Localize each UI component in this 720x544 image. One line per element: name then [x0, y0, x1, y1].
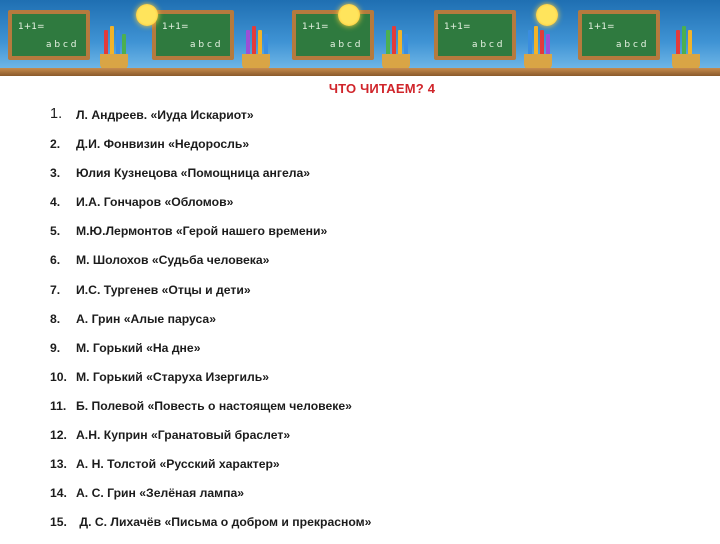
list-item-text: Д. С. Лихачёв «Письма о добром и прекрас…: [76, 515, 372, 530]
list-item-number: 11.: [50, 398, 67, 413]
list-item-number: 8.: [50, 311, 61, 326]
list-item-number: 14.: [50, 486, 67, 501]
list-item-text: А. Грин «Алые паруса»: [76, 311, 216, 326]
list-item-text: М. Шолохов «Судьба человека»: [76, 253, 270, 268]
list-item-number: 2.: [50, 137, 61, 152]
chalkboard-image: 1+1= a b c d: [292, 10, 374, 60]
list-item-text: И.С. Тургенев «Отцы и дети»: [76, 282, 251, 297]
reading-list: 1. Л. Андреев. «Иуда Искариот» 2. Д.И. Ф…: [50, 106, 372, 544]
list-item-text: А.Н. Куприн «Гранатовый браслет»: [76, 428, 291, 443]
chalk-text: a b c d: [330, 40, 361, 50]
chalk-text: a b c d: [616, 40, 647, 50]
list-item-number: 13.: [50, 457, 67, 472]
slide-content: ЧТО ЧИТАЕМ? 4 1. Л. Андреев. «Иуда Искар…: [0, 76, 720, 540]
list-item-text: А. С. Грин «Зелёная лампа»: [76, 486, 245, 501]
chalk-text: a b c d: [190, 40, 221, 50]
list-item: 6. М. Шолохов «Судьба человека»: [50, 253, 371, 282]
list-item-text: Л. Андреев. «Иуда Искариот»: [76, 108, 254, 122]
list-item: 14. А. С. Грин «Зелёная лампа»: [50, 486, 371, 515]
pencil-cup-icon: [238, 26, 274, 70]
list-item: 1. Л. Андреев. «Иуда Искариот»: [50, 106, 371, 137]
list-item: 9. М. Горький «На дне»: [50, 341, 371, 370]
shelf-divider: [0, 68, 720, 76]
chalk-text: 1+1=: [588, 22, 615, 32]
list-item-text: И.А. Гончаров «Обломов»: [76, 195, 234, 210]
chalk-text: 1+1=: [18, 22, 45, 32]
chalkboard-image: 1+1= a b c d: [152, 10, 234, 60]
pencil-cup-icon: [378, 26, 414, 70]
list-item-number: 7.: [50, 282, 61, 297]
list-item: 5. М.Ю.Лермонтов «Герой нашего времени»: [50, 224, 371, 253]
pencil-cup-icon: [96, 26, 132, 70]
list-item: 4. И.А. Гончаров «Обломов»: [50, 195, 371, 224]
list-item-number: 4.: [50, 195, 61, 210]
sun-icon: [338, 4, 360, 26]
decorative-header-banner: 1+1= a b c d 1+1= a b c d 1+1= a b c d 1…: [0, 0, 720, 76]
list-item-number: 3.: [50, 166, 61, 181]
list-item-text: М. Горький «На дне»: [76, 340, 201, 355]
list-item: 13. А. Н. Толстой «Русский характер»: [50, 457, 371, 486]
list-item: 8. А. Грин «Алые паруса»: [50, 312, 371, 341]
sun-icon: [136, 4, 158, 26]
chalk-text: 1+1=: [302, 22, 329, 32]
list-item-text: Б. Полевой «Повесть о настоящем человеке…: [76, 398, 352, 413]
list-item-text: Юлия Кузнецова «Помощница ангела»: [76, 166, 311, 181]
list-item-text: Д.И. Фонвизин «Недоросль»: [76, 137, 250, 152]
sun-icon: [536, 4, 558, 26]
list-item-text: А. Н. Толстой «Русский характер»: [76, 457, 280, 472]
chalk-text: 1+1=: [444, 22, 471, 32]
list-item: 2. Д.И. Фонвизин «Недоросль»: [50, 137, 371, 166]
list-item-number: 6.: [50, 253, 61, 268]
list-item-text: М. Горький «Старуха Изергиль»: [76, 369, 270, 384]
list-item-number: 1.: [50, 106, 63, 122]
list-item: 10. М. Горький «Старуха Изергиль»: [50, 370, 371, 399]
pencil-cup-icon: [520, 26, 556, 70]
list-item-text: М.Ю.Лермонтов «Герой нашего времени»: [76, 224, 328, 239]
pencil-cup-icon: [668, 26, 704, 70]
chalkboard-image: 1+1= a b c d: [8, 10, 90, 60]
chalkboard-image: 1+1= a b c d: [578, 10, 660, 60]
chalk-text: a b c d: [46, 40, 77, 50]
chalk-text: a b c d: [472, 40, 503, 50]
chalk-text: 1+1=: [162, 22, 189, 32]
list-item-number: 15.: [50, 515, 67, 530]
list-item: 12. А.Н. Куприн «Гранатовый браслет»: [50, 428, 371, 457]
list-item: 7. И.С. Тургенев «Отцы и дети»: [50, 283, 371, 312]
list-item: 11. Б. Полевой «Повесть о настоящем чело…: [50, 399, 371, 428]
chalkboard-image: 1+1= a b c d: [434, 10, 516, 60]
page-title: ЧТО ЧИТАЕМ? 4: [328, 81, 436, 96]
list-item-number: 12.: [50, 428, 67, 443]
list-item-number: 5.: [50, 224, 61, 239]
list-item: 3. Юлия Кузнецова «Помощница ангела»: [50, 166, 371, 195]
list-item-number: 10.: [50, 369, 67, 384]
list-item-number: 9.: [50, 340, 61, 355]
